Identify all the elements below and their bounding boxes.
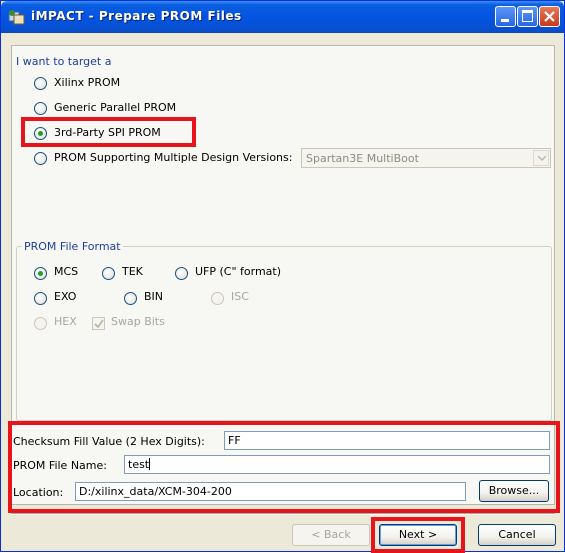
radio-format-ufp-label[interactable]: UFP (C" format) — [195, 265, 281, 278]
radio-multiple-design-versions[interactable] — [34, 152, 47, 165]
radio-format-mcs-label[interactable]: MCS — [54, 265, 78, 278]
radio-format-hex-label: HEX — [54, 315, 77, 328]
prom-file-name-value: test — [128, 458, 150, 471]
radio-format-tek-label[interactable]: TEK — [122, 265, 143, 278]
radio-xilinx-prom[interactable] — [34, 77, 47, 90]
radio-selected-dot — [38, 131, 43, 136]
maximize-button[interactable] — [517, 6, 538, 27]
radio-generic-parallel-prom-label[interactable]: Generic Parallel PROM — [54, 101, 176, 114]
title-bar[interactable]: iMPACT - Prepare PROM Files — [1, 1, 564, 33]
multiboot-select-value: Spartan3E MultiBoot — [306, 152, 419, 165]
wizard-panel: I want to target a Xilinx PROM Generic P… — [8, 45, 560, 513]
browse-button[interactable]: Browse... — [479, 480, 549, 502]
radio-format-bin-label[interactable]: BIN — [144, 290, 163, 303]
chevron-down-icon — [538, 156, 546, 161]
radio-format-tek[interactable] — [102, 267, 115, 280]
back-button[interactable]: < Back — [292, 524, 370, 546]
location-label: Location: — [13, 486, 64, 499]
checkmark-icon — [94, 319, 104, 329]
radio-format-bin[interactable] — [124, 292, 137, 305]
multiboot-select[interactable]: Spartan3E MultiBoot — [301, 148, 551, 168]
radio-multiple-design-versions-label[interactable]: PROM Supporting Multiple Design Versions… — [54, 151, 292, 164]
location-input[interactable]: D:/xilinx_data/XCM-304-200 — [75, 482, 466, 501]
target-heading: I want to target a — [16, 55, 112, 68]
checksum-input[interactable]: FF — [224, 431, 550, 450]
radio-xilinx-prom-label[interactable]: Xilinx PROM — [54, 76, 120, 89]
radio-format-isc-label: ISC — [231, 290, 249, 303]
dropdown-arrow-button[interactable] — [533, 150, 549, 166]
minimize-button[interactable] — [495, 6, 516, 27]
prom-file-name-input[interactable]: test — [124, 455, 550, 474]
window-title: iMPACT - Prepare PROM Files — [31, 9, 242, 23]
text-caret — [149, 458, 151, 470]
footer-divider — [11, 513, 555, 515]
prom-file-format-heading: PROM File Format — [22, 240, 123, 253]
radio-format-ufp[interactable] — [175, 267, 188, 280]
dialog-window: iMPACT - Prepare PROM Files I want to ta… — [0, 0, 565, 553]
radio-format-hex — [34, 317, 47, 330]
radio-selected-dot — [38, 271, 43, 276]
maximize-icon — [522, 10, 533, 22]
minimize-icon — [501, 19, 509, 22]
close-icon — [544, 11, 555, 22]
radio-format-exo[interactable] — [34, 292, 47, 305]
swap-bits-checkbox — [92, 317, 105, 330]
checksum-label: Checksum Fill Value (2 Hex Digits): — [13, 435, 205, 448]
prom-file-name-label: PROM File Name: — [13, 459, 107, 472]
radio-3rd-party-spi-prom-label[interactable]: 3rd-Party SPI PROM — [54, 126, 161, 139]
radio-format-exo-label[interactable]: EXO — [54, 290, 76, 303]
close-button[interactable] — [539, 6, 560, 27]
next-button[interactable]: Next > — [379, 524, 457, 546]
radio-3rd-party-spi-prom[interactable] — [34, 127, 47, 140]
radio-format-mcs[interactable] — [34, 267, 47, 280]
swap-bits-label: Swap Bits — [111, 315, 165, 328]
impact-app-icon — [8, 10, 25, 25]
radio-format-isc — [211, 292, 224, 305]
prom-file-format-group — [16, 246, 552, 421]
cancel-button[interactable]: Cancel — [478, 524, 556, 546]
radio-generic-parallel-prom[interactable] — [34, 102, 47, 115]
